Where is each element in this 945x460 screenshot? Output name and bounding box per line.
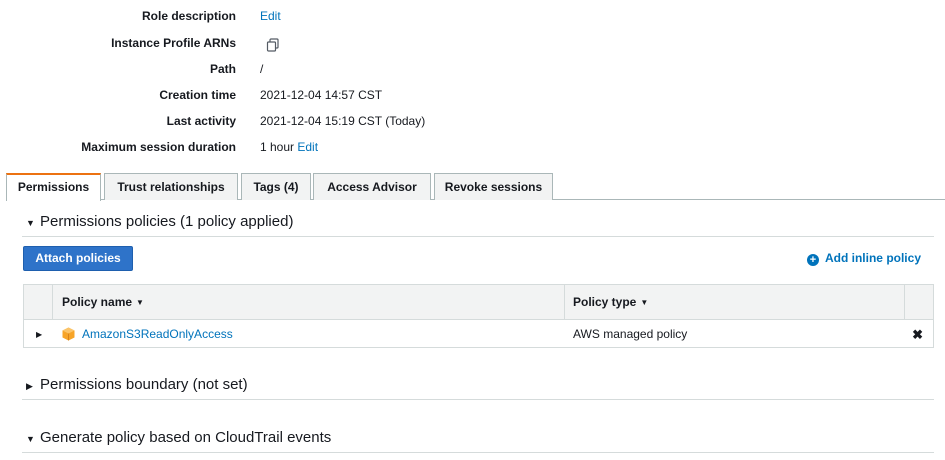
attach-policies-button[interactable]: Attach policies (23, 246, 133, 271)
sort-down-icon: ▼ (136, 298, 144, 307)
permissions-boundary-header[interactable]: ▶ Permissions boundary (not set) (26, 376, 248, 393)
max-session-duration-text: 1 hour (260, 140, 295, 154)
path-label: Path (209, 62, 236, 76)
last-activity-value: 2021-12-04 15:19 CST (Today) (260, 114, 426, 128)
summary-row-instance-profile: Instance Profile ARNs (0, 36, 945, 56)
instance-profile-arns-label: Instance Profile ARNs (111, 36, 236, 50)
plus-circle-icon: + (806, 254, 819, 266)
policy-name-header-label: Policy name (62, 295, 133, 309)
section-divider (22, 236, 934, 237)
permissions-policies-title: Permissions policies (1 policy applied) (40, 213, 294, 230)
table-header: Policy name ▼ Policy type ▼ (24, 285, 933, 320)
generate-policy-header[interactable]: ▼ Generate policy based on CloudTrail eve… (26, 429, 331, 446)
role-description-label: Role description (141, 9, 236, 23)
creation-time-value: 2021-12-04 14:57 CST (260, 88, 383, 102)
permissions-boundary-title: Permissions boundary (not set) (40, 376, 248, 393)
copy-icon[interactable] (266, 38, 280, 52)
caret-down-icon: ▼ (26, 434, 35, 444)
instance-profile-arns-value (260, 36, 279, 53)
path-value: / (260, 62, 264, 76)
aws-policy-cube-icon (62, 327, 75, 341)
role-description-edit-link[interactable]: Edit (260, 9, 281, 23)
column-separator (564, 285, 565, 320)
policy-type-header-label: Policy type (573, 295, 637, 309)
creation-time-label: Creation time (159, 88, 236, 102)
expand-row-icon[interactable]: ▶ (36, 321, 42, 348)
tab-permissions[interactable]: Permissions (6, 173, 101, 201)
summary-row-last-activity: Last activity 2021-12-04 15:19 CST (Toda… (0, 114, 945, 134)
permissions-policies-header[interactable]: ▼ Permissions policies (1 policy applied) (26, 213, 293, 230)
summary-row-max-session: Maximum session duration 1 hour Edit (0, 140, 945, 160)
sort-down-icon: ▼ (640, 298, 649, 307)
max-session-duration-value: 1 hour Edit (260, 140, 318, 154)
summary-row-role-description: Role description Edit (0, 9, 945, 29)
tab-access-advisor[interactable]: Access Advisor (313, 173, 431, 200)
table-row: ▶ AmazonS3ReadOnlyAccess AWS managed pol… (24, 321, 933, 348)
column-header-policy-type[interactable]: Policy type ▼ (573, 285, 648, 320)
summary-row-creation-time: Creation time 2021-12-04 14:57 CST (0, 88, 945, 108)
column-header-policy-name[interactable]: Policy name ▼ (62, 285, 144, 320)
max-session-duration-label: Maximum session duration (81, 140, 236, 154)
remove-policy-icon[interactable]: ✖ (912, 321, 923, 348)
column-separator (52, 285, 53, 320)
policies-table: Policy name ▼ Policy type ▼ ▶ AmazonS3Read… (23, 284, 934, 348)
tab-revoke-sessions[interactable]: Revoke sessions (434, 173, 553, 200)
column-separator (904, 285, 905, 320)
policy-type-cell: AWS managed policy (573, 327, 688, 341)
generate-policy-title: Generate policy based on CloudTrail even… (40, 429, 332, 446)
last-activity-label: Last activity (166, 114, 236, 128)
tab-tags[interactable]: Tags (4) (241, 173, 311, 200)
section-divider (22, 399, 934, 400)
tab-trust-relationships[interactable]: Trust relationships (104, 173, 238, 200)
max-session-edit-link[interactable]: Edit (297, 140, 318, 154)
role-tabs: Permissions Trust relationships Tags (4)… (6, 173, 945, 201)
add-inline-policy-link[interactable]: + Add inline policy (806, 251, 921, 266)
caret-down-icon: ▼ (26, 218, 35, 228)
summary-row-path: Path / (0, 62, 945, 82)
section-divider (22, 452, 934, 453)
add-inline-policy-label: Add inline policy (824, 251, 921, 265)
caret-right-icon: ▶ (26, 381, 33, 391)
policy-name-link[interactable]: AmazonS3ReadOnlyAccess (82, 321, 233, 348)
